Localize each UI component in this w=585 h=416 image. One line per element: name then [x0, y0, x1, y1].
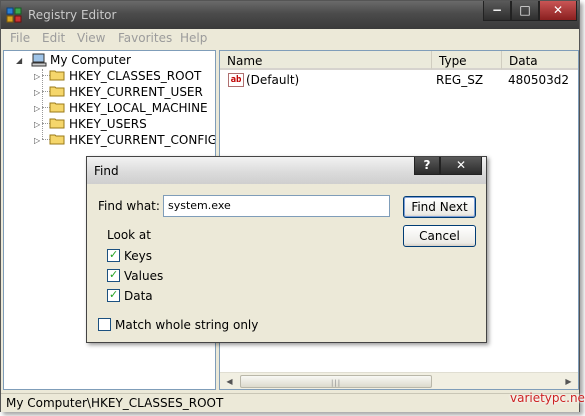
data-checkbox[interactable]	[107, 288, 120, 302]
find-dialog: Find ? ✕ Find what: system.exe Find Next…	[86, 156, 487, 343]
menu-bar: File Edit View Favorites Help	[1, 29, 579, 48]
horizontal-scrollbar[interactable]: ◀ ||| ▶	[220, 372, 578, 389]
menu-favorites[interactable]: Favorites	[118, 31, 172, 45]
status-path: My Computer\HKEY_CLASSES_ROOT	[6, 396, 224, 410]
value-name: (Default)	[246, 73, 300, 87]
match-whole-string-checkbox[interactable]	[98, 318, 111, 331]
maximize-icon: □	[519, 3, 531, 17]
menu-view[interactable]: View	[77, 31, 105, 45]
scroll-right-icon[interactable]: ▶	[561, 374, 576, 389]
tree-item-label: HKEY_LOCAL_MACHINE	[69, 101, 208, 115]
tree-item-label: HKEY_USERS	[69, 117, 147, 131]
string-value-icon: ab	[228, 73, 244, 87]
value-type: REG_SZ	[436, 73, 484, 87]
tree-guide-line	[42, 69, 43, 139]
expand-toggle-icon[interactable]: ▷	[34, 120, 40, 129]
keys-label: Keys	[124, 249, 153, 263]
look-at-label: Look at	[107, 228, 151, 242]
maximize-button[interactable]: □	[511, 1, 539, 21]
scroll-left-icon[interactable]: ◀	[222, 374, 237, 389]
value-data: 480503d2	[508, 73, 570, 87]
tree-item-label: HKEY_CURRENT_CONFIG	[69, 133, 216, 147]
minimize-icon: −	[491, 3, 503, 17]
find-next-button[interactable]: Find Next	[403, 196, 476, 218]
menu-help[interactable]: Help	[180, 31, 207, 45]
column-header-name[interactable]: Name	[220, 51, 432, 70]
registry-editor-icon	[6, 7, 22, 23]
expand-toggle-icon[interactable]: ▷	[34, 104, 40, 113]
tree-item-label: HKEY_CLASSES_ROOT	[69, 69, 202, 83]
help-icon: ?	[423, 158, 431, 172]
data-label: Data	[124, 289, 153, 303]
find-what-input[interactable]: system.exe	[163, 195, 390, 217]
scrollbar-thumb[interactable]: |||	[240, 375, 432, 388]
close-icon: ✕	[552, 3, 564, 17]
find-dialog-title-bar[interactable]: Find ? ✕	[87, 157, 486, 184]
close-button[interactable]: ✕	[539, 1, 577, 21]
folder-icon	[49, 118, 65, 129]
tree-item-label: HKEY_CURRENT_USER	[69, 85, 203, 99]
cancel-button[interactable]: Cancel	[403, 225, 476, 247]
menu-edit[interactable]: Edit	[42, 31, 65, 45]
match-whole-string-label: Match whole string only	[115, 318, 259, 332]
help-button[interactable]: ?	[414, 157, 440, 175]
column-header-data[interactable]: Data	[502, 51, 578, 70]
values-checkbox[interactable]	[107, 268, 120, 282]
dialog-close-button[interactable]: ✕	[440, 157, 482, 175]
grip-icon: |||	[331, 379, 342, 387]
menu-file[interactable]: File	[10, 31, 30, 45]
values-label: Values	[124, 269, 164, 283]
folder-icon	[49, 134, 65, 145]
watermark: varietypc.net	[510, 391, 585, 405]
minimize-button[interactable]: −	[483, 1, 511, 21]
computer-icon	[31, 53, 47, 67]
collapse-toggle-icon[interactable]: ◢	[16, 56, 22, 65]
column-header-type[interactable]: Type	[432, 51, 502, 70]
expand-toggle-icon[interactable]: ▷	[34, 88, 40, 97]
find-dialog-title: Find	[94, 164, 119, 178]
folder-icon	[49, 86, 65, 97]
expand-toggle-icon[interactable]: ▷	[34, 136, 40, 145]
find-what-label: Find what:	[98, 199, 160, 213]
status-bar: My Computer\HKEY_CLASSES_ROOT	[1, 393, 579, 412]
close-icon: ✕	[455, 158, 467, 172]
tree-item-my-computer[interactable]: My Computer	[50, 53, 131, 67]
folder-icon	[49, 102, 65, 113]
keys-checkbox[interactable]	[107, 248, 120, 262]
title-bar[interactable]: Registry Editor − □ ✕	[1, 1, 579, 29]
expand-toggle-icon[interactable]: ▷	[34, 72, 40, 81]
window-title: Registry Editor	[28, 8, 117, 22]
folder-icon	[49, 70, 65, 81]
